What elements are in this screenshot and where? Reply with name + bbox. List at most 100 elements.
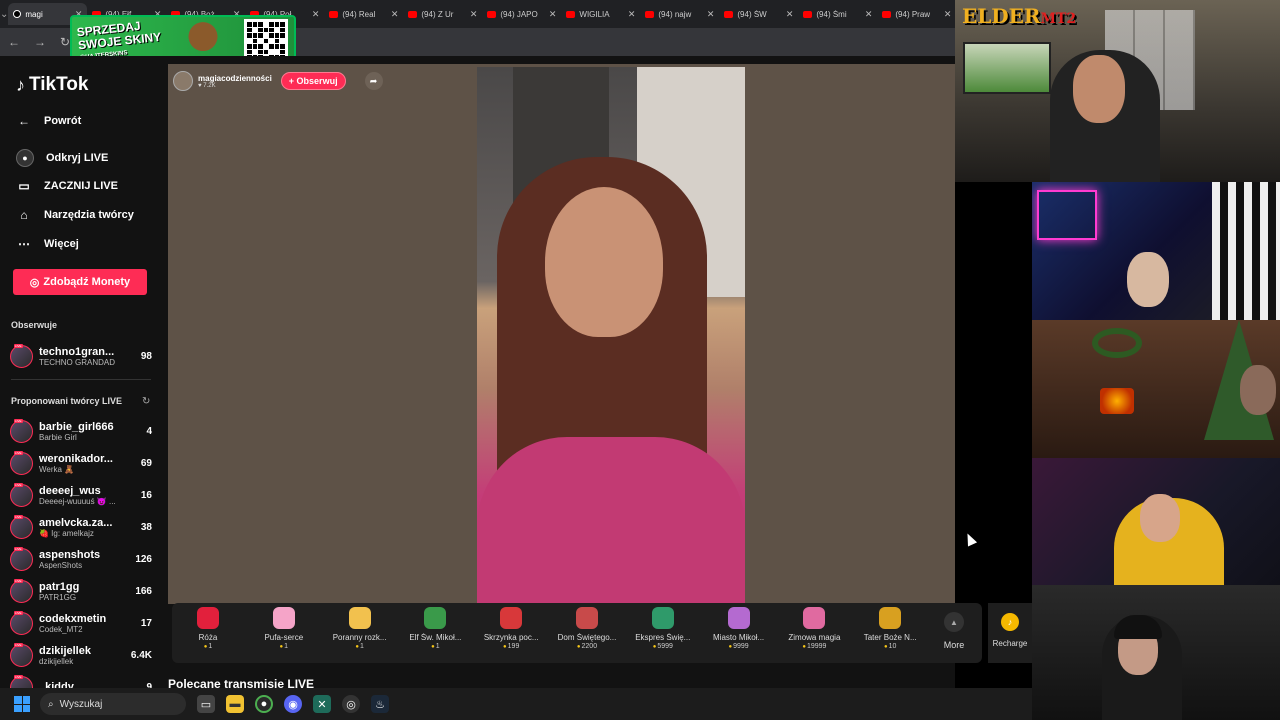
file-explorer-icon[interactable]: ▬	[226, 695, 244, 713]
gift-item[interactable]: Ekspres Świę... 5999	[628, 607, 698, 650]
browser-tab[interactable]: WIGILIA ✕	[561, 3, 640, 25]
creator-name: barbie_girl666	[39, 420, 114, 433]
creator-subtitle: TECHNO GRANDAD	[39, 357, 116, 367]
share-icon[interactable]: ➦	[364, 72, 383, 90]
task-view-icon[interactable]: ▭	[197, 695, 215, 713]
browser-tab[interactable]: (94) Z Ur ✕	[403, 3, 482, 25]
more-label: More	[943, 640, 965, 650]
tab-title: (94) ŚW	[737, 9, 767, 19]
chrome-icon[interactable]: ●	[255, 695, 273, 713]
live-video[interactable]	[477, 67, 745, 603]
tiktok-favicon-icon	[13, 10, 22, 18]
tiktok-note-icon: ♪	[16, 74, 25, 95]
browser-tab[interactable]: (94) Śmi ✕	[798, 3, 877, 25]
gift-name: Tater Boże N...	[863, 633, 917, 642]
more-gifts-button[interactable]: ▲ More	[942, 612, 966, 650]
gift-item[interactable]: Poranny rozk... 1	[325, 607, 395, 650]
follow-button[interactable]: + Obserwuj	[280, 72, 346, 90]
gift-item[interactable]: Skrzynka poc... 199	[476, 607, 546, 650]
coin-icon: ♪	[1001, 613, 1019, 631]
viewer-count: 69	[140, 457, 152, 469]
gift-item[interactable]: Zimowa magia 19999	[779, 607, 849, 650]
browser-tab[interactable]: (94) najw ✕	[640, 3, 719, 25]
close-icon[interactable]: ✕	[391, 9, 399, 20]
avatar	[10, 514, 33, 539]
host-name[interactable]: magiacodzienności	[198, 74, 272, 83]
forward-arrow-icon[interactable]: →	[34, 35, 46, 49]
gift-item[interactable]: Miasto Mikoł... 9999	[704, 607, 774, 650]
search-icon: ⌕	[48, 698, 54, 710]
taskbar-search[interactable]: ⌕ Wyszukaj	[40, 693, 186, 715]
creator-item[interactable]: weronikador... Werka 🧸 69	[10, 448, 152, 478]
creator-item[interactable]: codekxmetin Codek_MT2 17	[10, 608, 152, 638]
tab-title: (94) najw	[658, 9, 692, 19]
gift-price: 1	[249, 643, 319, 650]
nav-item[interactable]: ⌂ Narzędzia twórcy	[16, 207, 134, 223]
creator-subtitle: AspenShots	[39, 560, 83, 570]
tab-search-button[interactable]: ⌄	[0, 0, 8, 28]
close-icon[interactable]: ✕	[944, 9, 952, 20]
recharge-button[interactable]: ♪ Recharge	[988, 603, 1032, 663]
gift-icon	[424, 607, 447, 629]
close-icon[interactable]: ✕	[707, 9, 715, 20]
creator-item[interactable]: barbie_girl666 Barbie Girl 4	[10, 416, 152, 446]
browser-tab[interactable]: (94) JAPO ✕	[482, 3, 561, 25]
gift-icon	[727, 607, 750, 629]
creator-item[interactable]: ..kiddy 9	[10, 672, 152, 688]
gift-icon	[803, 607, 826, 629]
app-icon[interactable]: ✕	[313, 695, 331, 713]
viewer-count: 166	[135, 585, 152, 597]
reload-icon[interactable]: ↻	[60, 35, 70, 49]
tab-title: WIGILIA	[579, 9, 610, 19]
creator-name: aspenshots	[39, 548, 101, 561]
gift-icon	[576, 607, 598, 629]
close-icon[interactable]: ✕	[628, 9, 636, 20]
avatar	[10, 642, 33, 667]
close-icon[interactable]: ✕	[786, 9, 794, 20]
creator-item[interactable]: amelvcka.za... 🍓 Ig: amelkajz 38	[10, 512, 152, 542]
webcam-streamer-4	[1032, 458, 1280, 585]
webcam-streamer-5	[1032, 585, 1280, 720]
gift-name: Zimowa magia	[788, 633, 841, 642]
windows-start-icon[interactable]	[14, 696, 30, 712]
close-icon[interactable]: ✕	[470, 9, 478, 20]
gift-icon	[272, 607, 295, 629]
refresh-icon[interactable]: ↻	[142, 396, 150, 407]
gift-item[interactable]: Tater Boże N... 10	[855, 607, 925, 650]
browser-tab[interactable]: (94) ŚW ✕	[719, 3, 798, 25]
live-icon: ●	[16, 149, 34, 167]
gift-item[interactable]: Dom Świętego... 2200	[552, 607, 622, 650]
close-icon[interactable]: ✕	[865, 9, 873, 20]
nav-item[interactable]: ← Powrót	[16, 113, 81, 129]
creator-item[interactable]: dzikijellek dzikijellek 6.4K	[10, 640, 152, 670]
browser-tab[interactable]: (94) Real ✕	[324, 3, 403, 25]
gift-item[interactable]: Róża 1	[173, 607, 243, 650]
creator-item[interactable]: techno1gran... TECHNO GRANDAD 98	[10, 341, 152, 371]
tiktok-logo[interactable]: ♪ TikTok	[16, 74, 88, 96]
close-icon[interactable]: ✕	[312, 9, 320, 20]
viewer-count: 38	[140, 521, 152, 533]
creator-item[interactable]: patr1gg PATR1GG 166	[10, 576, 152, 606]
nav-item[interactable]: ⋯ Więcej	[16, 236, 79, 252]
avatar	[10, 418, 33, 443]
gift-item[interactable]: Pufa-serce 1	[249, 607, 319, 650]
steam-icon[interactable]: ♨	[371, 695, 389, 713]
host-avatar[interactable]	[173, 71, 193, 91]
discord-icon[interactable]: ◉	[284, 695, 302, 713]
gift-item[interactable]: Elf Św. Mikoł... 1	[400, 607, 470, 650]
creator-item[interactable]: aspenshots AspenShots 126	[10, 544, 152, 574]
avatar	[10, 482, 33, 507]
youtube-favicon-icon	[329, 10, 339, 18]
get-coins-button[interactable]: ◎ Zdobądź Monety	[13, 269, 147, 295]
creator-name: weronikador...	[39, 452, 113, 465]
close-icon[interactable]: ✕	[549, 9, 557, 20]
creator-item[interactable]: deeeej_wus Deeeej-wuuuuś 😈 ... 16	[10, 480, 152, 510]
nav-item[interactable]: ● Odkryj LIVE	[16, 149, 108, 167]
gift-icon	[879, 607, 902, 629]
back-arrow-icon[interactable]: ←	[8, 35, 20, 49]
app-icon-2[interactable]: ◎	[342, 695, 360, 713]
browser-tab[interactable]: (94) Praw ✕	[877, 3, 955, 25]
nav-item[interactable]: ▭ ZACZNIJ LIVE	[16, 178, 118, 194]
nav-label: Powrót	[44, 115, 82, 127]
youtube-favicon-icon	[803, 10, 813, 18]
